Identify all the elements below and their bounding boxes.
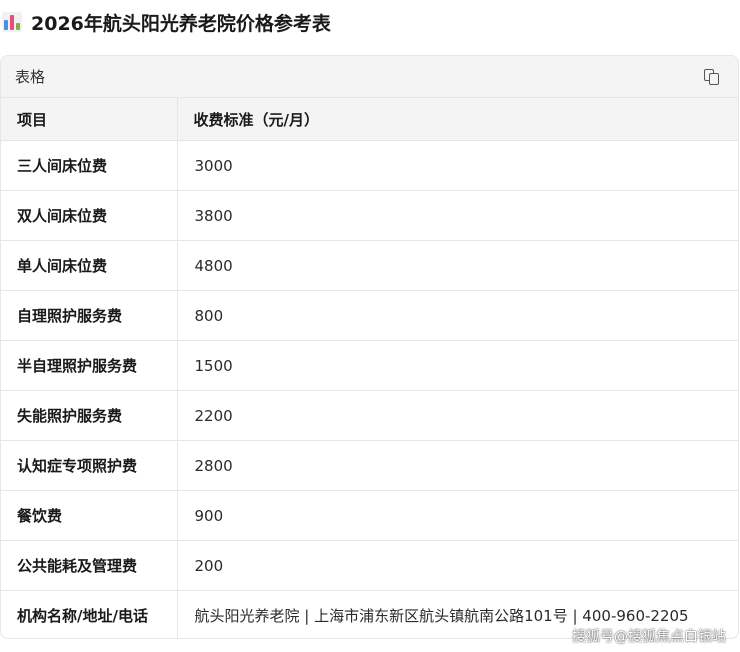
copy-icon[interactable] [704, 68, 720, 85]
item-cell: 餐饮费 [1, 490, 178, 541]
item-cell: 机构名称/地址/电话 [1, 590, 178, 638]
page-title: 2026年航头阳光养老院价格参考表 [31, 12, 331, 35]
table-row: 自理照护服务费 800 [1, 290, 738, 341]
fee-cell: 3800 [177, 190, 738, 241]
table-row: 三人间床位费 3000 [1, 140, 738, 191]
item-cell: 三人间床位费 [1, 140, 178, 191]
fee-cell: 900 [177, 490, 738, 541]
item-cell: 单人间床位费 [1, 240, 178, 291]
fee-cell: 800 [177, 290, 738, 341]
title-row: 2026年航头阳光养老院价格参考表 [0, 6, 331, 38]
table-header-row: 项目 收费标准（元/月） [1, 98, 738, 141]
fee-cell: 1500 [177, 340, 738, 391]
table-row: 公共能耗及管理费 200 [1, 540, 738, 591]
item-cell: 认知症专项照护费 [1, 440, 178, 491]
fee-cell: 4800 [177, 240, 738, 291]
table-row: 认知症专项照护费 2800 [1, 440, 738, 491]
card-header: 表格 [1, 56, 738, 98]
card-header-label: 表格 [15, 68, 46, 86]
table-row: 餐饮费 900 [1, 490, 738, 541]
item-cell: 公共能耗及管理费 [1, 540, 178, 591]
table-row: 单人间床位费 4800 [1, 240, 738, 291]
item-cell: 双人间床位费 [1, 190, 178, 241]
table-row: 失能照护服务费 2200 [1, 390, 738, 441]
watermark-text: 搜狐号@搜狐焦点白银站 [572, 629, 726, 645]
item-cell: 失能照护服务费 [1, 390, 178, 441]
fee-cell: 200 [177, 540, 738, 591]
price-table: 项目 收费标准（元/月） 三人间床位费 3000 双人间床位费 3800 单人间… [1, 98, 738, 638]
column-header-fee: 收费标准（元/月） [177, 98, 738, 141]
fee-cell: 3000 [177, 140, 738, 191]
column-header-item: 项目 [1, 98, 178, 141]
table-row: 半自理照护服务费 1500 [1, 340, 738, 391]
fee-cell: 2800 [177, 440, 738, 491]
fee-cell: 2200 [177, 390, 738, 441]
item-cell: 自理照护服务费 [1, 290, 178, 341]
table-card: 表格 项目 收费标准（元/月） 三人间床位费 3000 双人间床位费 3800 … [0, 55, 739, 639]
table-row: 双人间床位费 3800 [1, 190, 738, 241]
item-cell: 半自理照护服务费 [1, 340, 178, 391]
bar-chart-icon [2, 12, 22, 32]
